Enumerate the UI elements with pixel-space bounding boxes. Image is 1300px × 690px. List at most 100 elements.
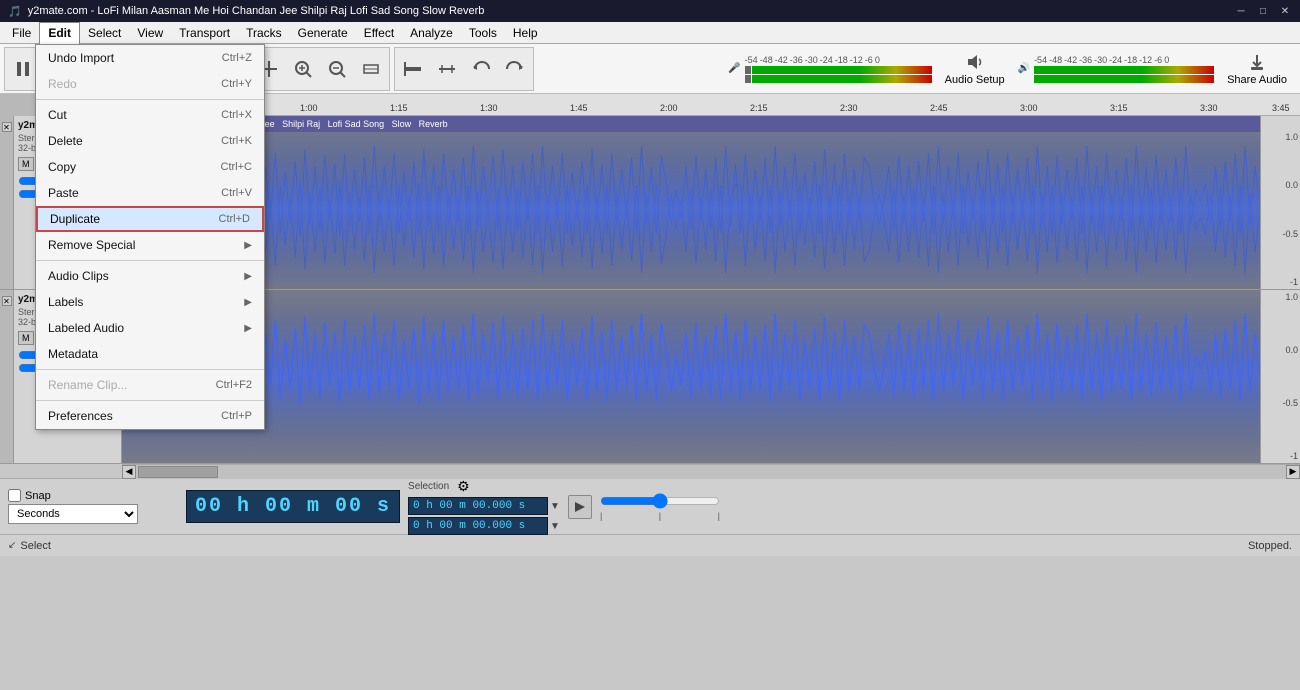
menu-edit[interactable]: Edit	[39, 22, 80, 44]
track-1-clip-label: Milan Aasman Me Hoi Chandan Jee Shilpi R…	[122, 116, 1260, 132]
menu-audio-clips[interactable]: Audio Clips ▶	[36, 263, 264, 289]
selection-row: Selection ⚙	[408, 478, 560, 495]
menu-undo-import[interactable]: Undo Import Ctrl+Z	[36, 45, 264, 71]
volume-area: 🎤 -54-48-42-36-30-24-18-12-60	[728, 55, 931, 83]
share-icon	[1247, 52, 1267, 72]
menu-labels[interactable]: Labels ▶	[36, 289, 264, 315]
audio-setup-label: Audio Setup	[945, 74, 1005, 86]
menu-tools[interactable]: Tools	[461, 22, 505, 44]
menu-effect[interactable]: Effect	[356, 22, 402, 44]
track-2-waveform[interactable]	[122, 290, 1260, 463]
selection-label: Selection	[408, 481, 449, 492]
h-scrollbar: ◀ ▶	[122, 464, 1300, 478]
sel-input-2[interactable]: 0 h 00 m 00.000 s	[408, 517, 548, 535]
maximize-button[interactable]: □	[1256, 4, 1270, 18]
menu-cut[interactable]: Cut Ctrl+X	[36, 102, 264, 128]
menu-help[interactable]: Help	[505, 22, 546, 44]
title-bar-controls: ─ □ ✕	[1234, 4, 1292, 18]
undo-tool[interactable]	[465, 51, 497, 87]
app-icon: 🎵	[8, 5, 22, 18]
zoom-out-tool[interactable]	[321, 51, 353, 87]
track-1-close[interactable]: ✕	[2, 122, 12, 132]
menu-remove-special[interactable]: Remove Special ▶	[36, 232, 264, 258]
speaker-icon	[965, 52, 985, 72]
arrow-icon: ↙	[8, 540, 16, 551]
track-1-mute[interactable]: M	[18, 157, 34, 171]
seconds-select[interactable]: Seconds Minutes Hours Samples	[8, 504, 138, 524]
vu-r-label	[745, 75, 751, 83]
menu-redo[interactable]: Redo Ctrl+Y	[36, 71, 264, 97]
zoom-in-tool[interactable]	[287, 51, 319, 87]
share-audio-label: Share Audio	[1227, 74, 1287, 86]
share-audio-button[interactable]: Share Audio	[1218, 47, 1296, 91]
silence-tool[interactable]	[431, 51, 463, 87]
menu-metadata[interactable]: Metadata	[36, 341, 264, 367]
select-label: Select	[20, 540, 51, 552]
title-bar-left: 🎵 y2mate.com - LoFi Milan Aasman Me Hoi …	[8, 5, 484, 18]
close-button[interactable]: ✕	[1278, 4, 1292, 18]
mic-icon: 🎤	[728, 63, 740, 74]
stopped-label: Stopped.	[1248, 540, 1292, 552]
minimize-button[interactable]: ─	[1234, 4, 1248, 18]
scroll-track[interactable]	[136, 465, 1286, 479]
select-mode-area: ↙ Select	[8, 540, 51, 552]
speed-area: | | |	[600, 493, 720, 521]
vu-bar-r-row	[745, 75, 932, 83]
speed-slider[interactable]	[600, 493, 720, 509]
snap-seconds-area: Snap Seconds Minutes Hours Samples	[8, 489, 178, 524]
menu-analyze[interactable]: Analyze	[402, 22, 461, 44]
trim-tool[interactable]	[397, 51, 429, 87]
menu-view[interactable]: View	[129, 22, 171, 44]
menu-preferences[interactable]: Preferences Ctrl+P	[36, 403, 264, 429]
menu-transport[interactable]: Transport	[171, 22, 238, 44]
track-1-y-axis: 1.0 0.0 -0.5 -1	[1260, 116, 1300, 289]
track-2-waveform-svg	[122, 290, 1260, 463]
menu-delete[interactable]: Delete Ctrl+K	[36, 128, 264, 154]
menu-paste[interactable]: Paste Ctrl+V	[36, 180, 264, 206]
sel-row-1: 0 h 00 m 00.000 s ▼	[408, 497, 560, 515]
timeline-ruler: 0:30 0:45 1:00 1:15 1:30 1:45 2:00 2:15 …	[122, 94, 1300, 116]
sel-input-1[interactable]: 0 h 00 m 00.000 s	[408, 497, 548, 515]
output-vu: -54-48-42-36-30-24-18-12-60	[1034, 55, 1214, 83]
scroll-right-arrow[interactable]: ▶	[1286, 465, 1300, 479]
out-vu-bar-r	[1034, 75, 1214, 83]
selection-area: Selection ⚙ 0 h 00 m 00.000 s ▼ 0 h 00 m…	[408, 478, 560, 535]
sel-row-2: 0 h 00 m 00.000 s ▼	[408, 517, 560, 535]
selection-settings-icon[interactable]: ⚙	[457, 478, 470, 495]
vu-bar-r	[752, 75, 932, 83]
speed-labels: | | |	[600, 511, 720, 521]
snap-checkbox[interactable]	[8, 489, 21, 502]
dd-sep-2	[36, 260, 264, 261]
bottom-toolbar: Snap Seconds Minutes Hours Samples 00 h …	[0, 478, 1300, 534]
vu-l-label	[745, 66, 751, 74]
menu-tracks[interactable]: Tracks	[238, 22, 290, 44]
output-meter: 🔊 -54-48-42-36-30-24-18-12-60	[1018, 55, 1214, 83]
sel-dropdown-2[interactable]: ▼	[550, 521, 560, 532]
track-2-y-axis: 1.0 0.0 -0.5 -1	[1260, 290, 1300, 463]
snap-label[interactable]: Snap	[25, 490, 51, 502]
time-display: 00 h 00 m 00 s	[186, 490, 400, 523]
menu-copy[interactable]: Copy Ctrl+C	[36, 154, 264, 180]
fit-tool[interactable]	[355, 51, 387, 87]
menu-bar: File Edit Select View Transport Tracks G…	[0, 22, 1300, 44]
vu-labels-top: -54-48-42-36-30-24-18-12-60	[745, 55, 932, 65]
track-2-close[interactable]: ✕	[2, 296, 12, 306]
play-ctrl-button[interactable]	[568, 495, 592, 519]
window-title: y2mate.com - LoFi Milan Aasman Me Hoi Ch…	[28, 5, 485, 17]
sel-dropdown-1[interactable]: ▼	[550, 501, 560, 512]
track-2-mute[interactable]: M	[18, 331, 34, 345]
menu-labeled-audio[interactable]: Labeled Audio ▶	[36, 315, 264, 341]
ruler-labels: 0:30 0:45 1:00 1:15 1:30 1:45 2:00 2:15 …	[122, 94, 1300, 115]
menu-duplicate[interactable]: Duplicate Ctrl+D	[36, 206, 264, 232]
menu-generate[interactable]: Generate	[290, 22, 356, 44]
menu-select[interactable]: Select	[80, 22, 129, 44]
scroll-thumb[interactable]	[138, 466, 218, 478]
menu-file[interactable]: File	[4, 22, 39, 44]
scroll-left-arrow[interactable]: ◀	[122, 465, 136, 479]
redo-tool[interactable]	[499, 51, 531, 87]
track-1-waveform[interactable]: Milan Aasman Me Hoi Chandan Jee Shilpi R…	[122, 116, 1260, 289]
dd-sep-1	[36, 99, 264, 100]
menu-rename-clip[interactable]: Rename Clip... Ctrl+F2	[36, 372, 264, 398]
play-ctrl-icon	[573, 500, 587, 514]
audio-setup-button[interactable]: Audio Setup	[936, 47, 1014, 91]
